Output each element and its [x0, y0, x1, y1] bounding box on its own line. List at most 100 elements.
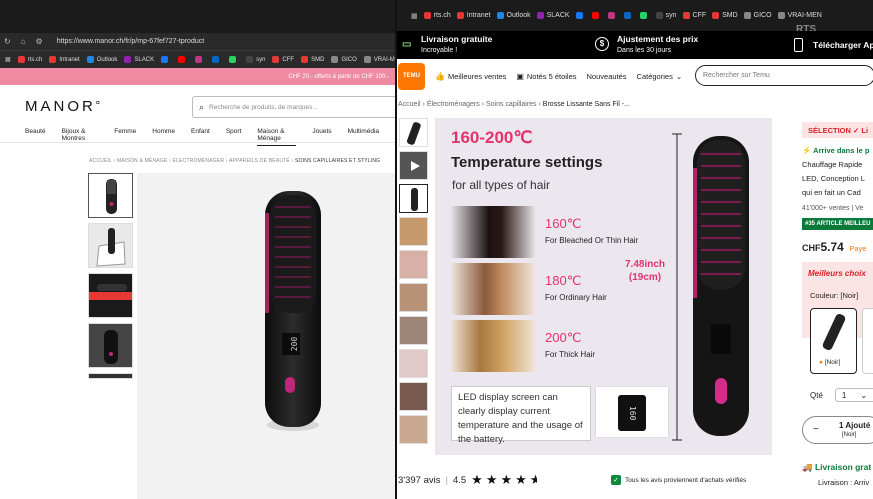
- thumbnail-5[interactable]: [88, 373, 133, 379]
- bookmark-favicon-icon: [423, 12, 431, 19]
- thumbnail-2[interactable]: [88, 223, 133, 268]
- bookmark-label: VRAI-MEN: [787, 12, 822, 19]
- bookmark-vrai-men[interactable]: VRAI-MEN: [777, 12, 822, 19]
- menu-item-bijoux-montres[interactable]: Bijoux & Montres: [62, 128, 99, 146]
- breadcrumb-item[interactable]: Électroménagers: [427, 101, 480, 108]
- menu-item-femme[interactable]: Femme: [114, 128, 136, 146]
- thumbnail-5[interactable]: [399, 250, 428, 279]
- bookmark-smd[interactable]: SMD: [301, 56, 324, 63]
- bookmark-slack[interactable]: SLACK: [536, 12, 570, 19]
- temu-browser-window: ▦ rts.ch Intranet Outlook SLACK syn CFF SMD GIC…: [397, 0, 873, 499]
- bookmark-icon-7[interactable]: [623, 12, 634, 19]
- free-shipping-title[interactable]: Livraison gratuite: [421, 34, 492, 44]
- color-swatch-other[interactable]: [862, 308, 873, 374]
- thumbnail-2[interactable]: [399, 151, 428, 180]
- bookmark-icon-4[interactable]: [161, 56, 171, 63]
- breadcrumb-item[interactable]: APPAREILS DE BEAUTÉ: [229, 158, 290, 164]
- menu-item-sport[interactable]: Sport: [226, 128, 242, 146]
- nav-best-sellers[interactable]: 👍 Meilleures ventes: [435, 72, 506, 81]
- thumbnail-3[interactable]: [399, 184, 428, 213]
- breadcrumb-item[interactable]: Accueil: [398, 101, 421, 108]
- bookmark-icon-8[interactable]: [639, 12, 650, 19]
- bookmark-favicon-icon: [363, 56, 371, 63]
- thumbnail-1[interactable]: [88, 173, 133, 218]
- bookmark-icon-7[interactable]: [212, 56, 222, 63]
- reload-icon[interactable]: ↻: [4, 37, 11, 46]
- promo-banner[interactable]: CHF 20.- offerts à partir de CHF 100.-: [0, 68, 395, 85]
- search-input[interactable]: ⌕ Recherche de produits, de marques...: [192, 96, 395, 118]
- product-hero-image[interactable]: 160-200℃ Temperature settings for all ty…: [435, 118, 772, 455]
- address-bar[interactable]: ↻ ⌂ ⚙ https://www.manor.ch/fr/p/mp-67fef…: [0, 33, 395, 50]
- sales-count: 41'000+ ventes | Ve: [802, 205, 864, 212]
- thumbnail-9[interactable]: [399, 382, 428, 411]
- menu-item-jouets[interactable]: Jouets: [312, 128, 331, 146]
- bookmark-slack[interactable]: SLACK: [124, 56, 154, 63]
- reviews-count[interactable]: 3'397 avis: [398, 475, 440, 486]
- menu-item-maison-m-nage[interactable]: Maison & Ménage: [257, 128, 297, 146]
- bookmark-label: GICO: [753, 12, 772, 19]
- bookmark-cff[interactable]: CFF: [682, 12, 706, 19]
- bookmark-rts-ch[interactable]: rts.ch: [17, 56, 42, 63]
- bookmark-rts-ch[interactable]: rts.ch: [423, 12, 451, 19]
- bookmark-icon-6[interactable]: [607, 12, 618, 19]
- thumbnail-8[interactable]: [399, 349, 428, 378]
- bookmark-outlook[interactable]: Outlook: [496, 12, 531, 19]
- menu-item-enfant[interactable]: Enfant: [191, 128, 210, 146]
- bookmark-syn[interactable]: syn: [655, 12, 677, 19]
- bookmark-vrai-men[interactable]: VRAI-MEN: [363, 56, 395, 63]
- bookmark-icon-8[interactable]: [229, 56, 239, 63]
- thumbnail-4[interactable]: [399, 217, 428, 246]
- thumbnail-10[interactable]: [399, 415, 428, 444]
- home-icon[interactable]: ⌂: [21, 37, 26, 46]
- thumbnail-7[interactable]: [399, 316, 428, 345]
- price-adjust-title[interactable]: Ajustement des prix: [617, 34, 698, 44]
- bookmark-intranet[interactable]: Intranet: [49, 56, 80, 63]
- menu-item-multim-dia[interactable]: Multimédia: [348, 128, 379, 146]
- breadcrumb-item[interactable]: Soins capillaires: [486, 101, 537, 108]
- site-settings-icon[interactable]: ⚙: [36, 37, 43, 46]
- color-swatch-noir[interactable]: ● [Noir]: [810, 308, 857, 374]
- bookmark-label: Outlook: [506, 12, 531, 19]
- breadcrumb-item[interactable]: SOINS CAPILLAIRES ET STYLING: [295, 158, 380, 164]
- manor-logo[interactable]: MANOR¤: [25, 98, 103, 115]
- temu-logo[interactable]: TEMU: [398, 63, 425, 90]
- download-app[interactable]: Télécharger Ap: [813, 40, 873, 50]
- breadcrumb-item[interactable]: ACCUEIL: [89, 158, 112, 164]
- nav-categories[interactable]: Catégories ⌄: [637, 72, 683, 81]
- thumbnail-3[interactable]: [88, 273, 133, 318]
- bookmark-outlook[interactable]: Outlook: [86, 56, 117, 63]
- main-product-image[interactable]: 200: [137, 173, 395, 499]
- rating-summary[interactable]: 3'397 avis | 4.5 ★★★★★: [398, 472, 537, 488]
- apps-icon[interactable]: ▦: [5, 56, 11, 63]
- bookmark-smd[interactable]: SMD: [712, 12, 738, 19]
- bookmark-gico[interactable]: GICO: [331, 56, 357, 63]
- nav-new[interactable]: Nouveautés: [587, 72, 627, 81]
- menu-item-homme[interactable]: Homme: [152, 128, 175, 146]
- breadcrumb-item[interactable]: Brosse Lissante Sans Fil -...: [543, 101, 630, 108]
- minus-icon[interactable]: −: [813, 424, 819, 435]
- apps-icon[interactable]: ▦: [411, 12, 418, 20]
- add-to-cart-button[interactable]: − 1 Ajouté [Noir]: [802, 416, 873, 444]
- thumbnail-1[interactable]: [399, 118, 428, 147]
- bookmark-syn[interactable]: syn: [246, 56, 265, 63]
- selection-badge: SÉLECTION ✓ Li: [802, 122, 873, 138]
- thumbnail-4[interactable]: [88, 323, 133, 368]
- bookmark-cff[interactable]: CFF: [272, 56, 294, 63]
- breadcrumb-item[interactable]: ELECTROMÉNAGER: [173, 158, 225, 164]
- quantity-row: Qté 1 ⌄: [810, 388, 873, 402]
- bookmark-gico[interactable]: GICO: [743, 12, 772, 19]
- menu-item-beaut-[interactable]: Beauté: [25, 128, 46, 146]
- breadcrumb-item[interactable]: MAISON & MÉNAGE: [117, 158, 168, 164]
- bookmark-icon-5[interactable]: [591, 12, 602, 19]
- url-text[interactable]: https://www.manor.ch/fr/p/mp-67fef727-tp…: [57, 38, 204, 45]
- thumbnail-6[interactable]: [399, 283, 428, 312]
- nav-five-stars[interactable]: ▣ Notés 5 étoiles: [516, 72, 576, 81]
- bookmark-icon-5[interactable]: [178, 56, 188, 63]
- bookmark-intranet[interactable]: Intranet: [456, 12, 491, 19]
- check-icon: ✓: [611, 475, 621, 485]
- bookmark-icon-6[interactable]: [195, 56, 205, 63]
- bookmark-label: Intranet: [59, 56, 80, 63]
- bookmark-icon-4[interactable]: [575, 12, 586, 19]
- quantity-select[interactable]: 1 ⌄: [834, 388, 873, 402]
- temu-search-input[interactable]: Rechercher sur Temu: [695, 65, 873, 86]
